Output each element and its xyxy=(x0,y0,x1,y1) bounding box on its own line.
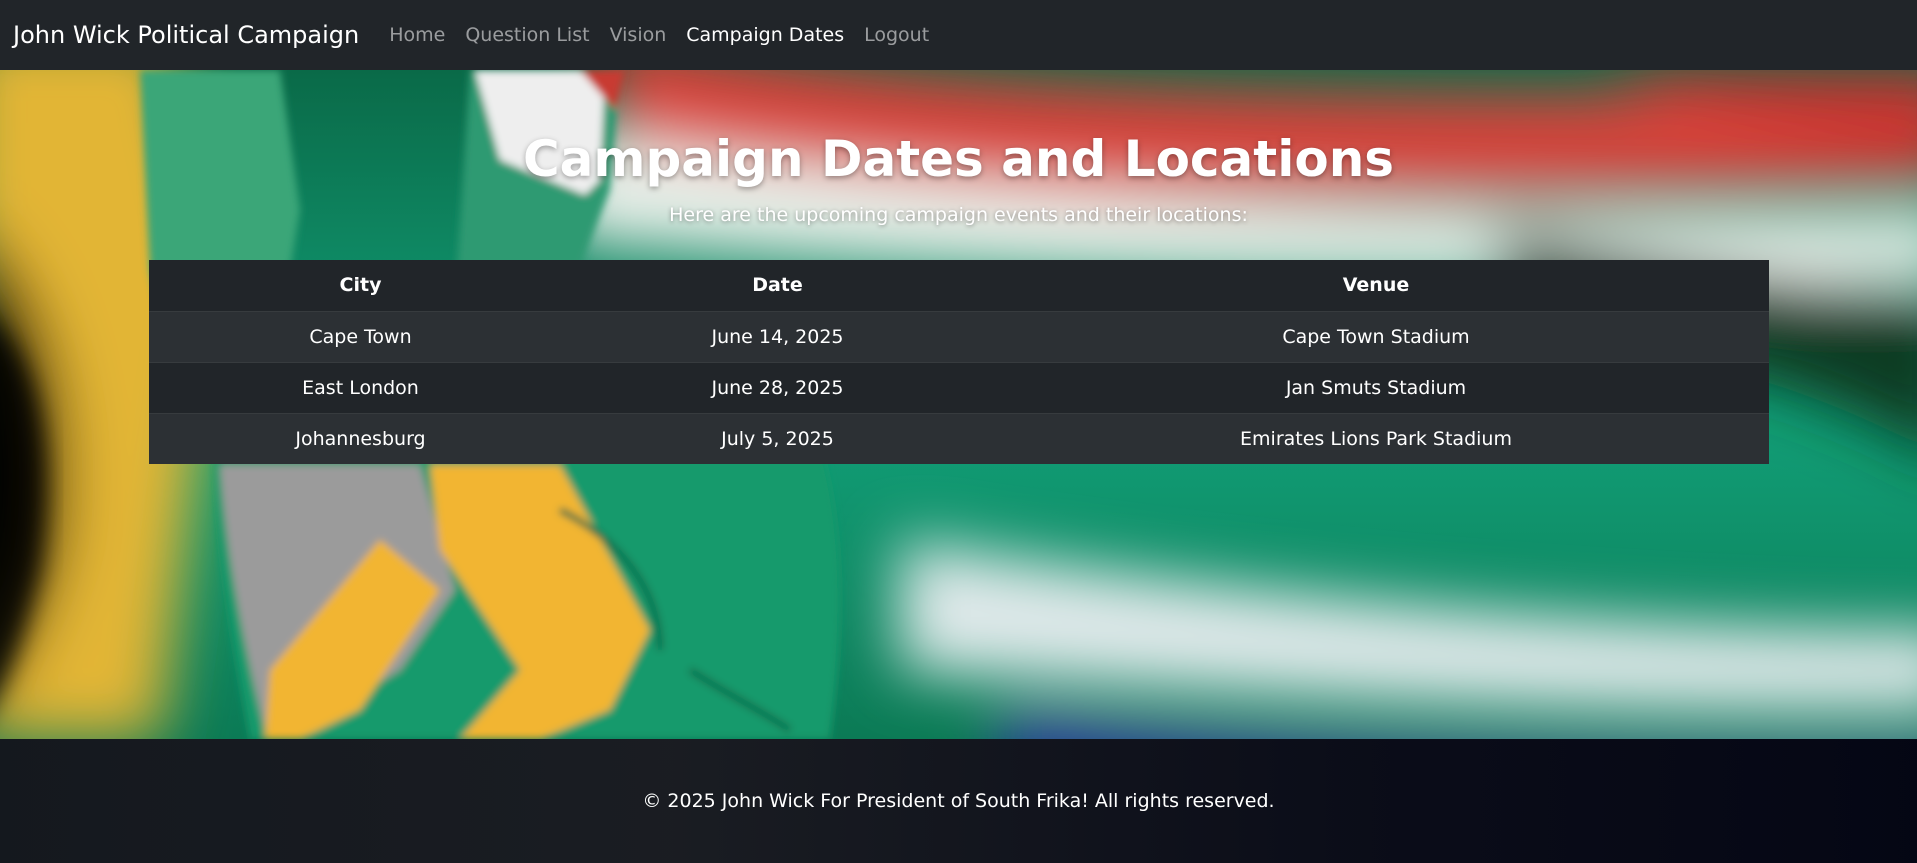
cell-venue: Cape Town Stadium xyxy=(983,310,1769,362)
cell-city: Johannesburg xyxy=(149,412,572,464)
footer: © 2025 John Wick For President of South … xyxy=(0,739,1917,863)
cell-venue: Emirates Lions Park Stadium xyxy=(983,412,1769,464)
header-venue: Venue xyxy=(983,260,1769,311)
page-title: Campaign Dates and Locations xyxy=(522,130,1395,188)
nav-vision-link[interactable]: Vision xyxy=(600,24,677,46)
navbar: John Wick Political Campaign Home Questi… xyxy=(0,0,1917,70)
cell-city: Cape Town xyxy=(149,310,572,362)
cell-date: June 14, 2025 xyxy=(572,310,983,362)
header-date: Date xyxy=(572,260,983,311)
table-row: Johannesburg July 5, 2025 Emirates Lions… xyxy=(149,412,1769,464)
campaign-dates-table: City Date Venue Cape Town June 14, 2025 … xyxy=(149,260,1769,464)
brand-link[interactable]: John Wick Political Campaign xyxy=(13,21,359,49)
cell-venue: Jan Smuts Stadium xyxy=(983,361,1769,413)
nav-campaign-dates-link[interactable]: Campaign Dates xyxy=(676,24,854,46)
cell-city: East London xyxy=(149,361,572,413)
nav-links: Home Question List Vision Campaign Dates… xyxy=(379,24,939,46)
cell-date: June 28, 2025 xyxy=(572,361,983,413)
page-subtitle: Here are the upcoming campaign events an… xyxy=(669,204,1248,226)
table-header-row: City Date Venue xyxy=(149,260,1769,311)
nav-logout-link[interactable]: Logout xyxy=(854,24,939,46)
cell-date: July 5, 2025 xyxy=(572,412,983,464)
nav-question-list-link[interactable]: Question List xyxy=(455,24,599,46)
nav-home-link[interactable]: Home xyxy=(379,24,455,46)
header-city: City xyxy=(149,260,572,311)
table-row: East London June 28, 2025 Jan Smuts Stad… xyxy=(149,361,1769,413)
table-row: Cape Town June 14, 2025 Cape Town Stadiu… xyxy=(149,310,1769,362)
footer-copyright: © 2025 John Wick For President of South … xyxy=(642,790,1275,812)
